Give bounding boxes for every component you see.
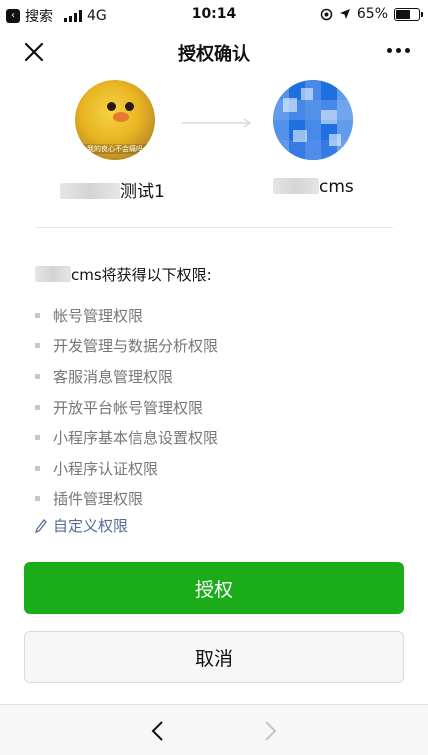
permission-label: 小程序认证权限 (53, 459, 159, 478)
nav-bar: 授权确认 (0, 30, 428, 74)
custom-permissions-link[interactable]: 自定义权限 (35, 515, 128, 536)
permission-label: 帐号管理权限 (53, 306, 144, 325)
permission-label: 小程序基本信息设置权限 (53, 429, 219, 448)
app-name-suffix: cms (319, 177, 354, 197)
list-item: 开发管理与数据分析权限 (35, 331, 218, 362)
bullet-icon (35, 343, 40, 349)
pencil-icon (35, 518, 47, 533)
battery-icon (394, 7, 423, 21)
permissions-heading-text: cms将获得以下权限: (71, 266, 212, 284)
arrow-right-icon (182, 118, 252, 128)
bullet-icon (35, 312, 40, 318)
battery-percent: 65% (356, 6, 388, 22)
redacted-mask (60, 183, 120, 199)
bullet-icon (35, 496, 40, 502)
bullet-icon (35, 465, 40, 471)
redacted-mask (35, 266, 71, 282)
permissions-heading: cms将获得以下权限: (35, 264, 212, 285)
list-item: 小程序基本信息设置权限 (35, 422, 218, 453)
bullet-icon (35, 435, 40, 441)
list-item: 插件管理权限 (35, 484, 218, 515)
chevron-left-icon[interactable] (148, 719, 168, 743)
avatar-caption: 我的良心不会痛吗 (75, 144, 155, 154)
bullet-icon (35, 404, 40, 410)
user-name-suffix: 测试1 (120, 182, 165, 202)
permission-label: 开发管理与数据分析权限 (53, 337, 219, 356)
bottom-toolbar (0, 704, 428, 755)
permission-label: 开放平台帐号管理权限 (53, 398, 204, 417)
chevron-right-icon[interactable] (260, 719, 280, 743)
cancel-button[interactable]: 取消 (24, 631, 404, 683)
status-right: 65% (320, 6, 423, 22)
user-account-name: 测试1 (60, 177, 165, 202)
custom-permissions-label[interactable]: 自定义权限 (53, 515, 128, 536)
bullet-icon (35, 373, 40, 379)
battery-fill (396, 9, 410, 19)
divider (35, 227, 393, 228)
permissions-list: 帐号管理权限 开发管理与数据分析权限 客服消息管理权限 开放平台帐号管理权限 小… (35, 300, 218, 514)
permission-label: 客服消息管理权限 (53, 367, 174, 386)
authorize-button[interactable]: 授权 (24, 562, 404, 614)
app-avatar (273, 80, 353, 160)
user-avatar: 我的良心不会痛吗 (75, 80, 155, 160)
screen-lock-icon (320, 8, 333, 20)
list-item: 客服消息管理权限 (35, 361, 218, 392)
app-account-name: cms (273, 177, 354, 197)
more-icon[interactable] (387, 48, 410, 53)
permission-label: 插件管理权限 (53, 490, 144, 509)
list-item: 小程序认证权限 (35, 453, 218, 484)
location-icon (339, 9, 350, 19)
list-item: 开放平台帐号管理权限 (35, 392, 218, 423)
redacted-mask (273, 178, 319, 194)
list-item: 帐号管理权限 (35, 300, 218, 331)
page-title: 授权确认 (178, 44, 250, 65)
status-bar: ‹ 搜索 4G 10:14 65% (0, 0, 428, 30)
